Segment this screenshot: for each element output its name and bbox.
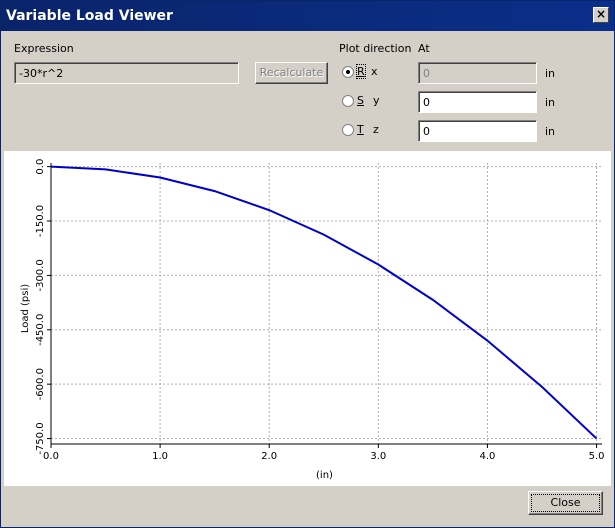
y-tick-label: 0.0 <box>35 159 46 175</box>
at-x-field[interactable] <box>418 62 537 84</box>
y-tick-label: -750.0 <box>35 422 46 454</box>
radio-s-letter: S <box>357 94 364 107</box>
at-y-field[interactable] <box>418 91 537 113</box>
expression-label: Expression <box>14 42 74 55</box>
expression-field[interactable] <box>14 62 239 84</box>
recalculate-button[interactable]: Recalculate <box>255 62 328 84</box>
radio-r[interactable] <box>342 66 354 78</box>
close-icon[interactable]: × <box>593 7 609 23</box>
y-tick-label: -300.0 <box>35 259 46 291</box>
radio-s[interactable] <box>342 95 354 107</box>
x-tick-label: 2.0 <box>261 451 277 462</box>
at-z-unit: in <box>545 125 556 138</box>
load-plot: 0.0 1.0 2.0 3.0 4.0 5.0 0.0 -150.0 -300.0 -450.0-… <box>4 151 611 486</box>
radio-t[interactable] <box>342 124 354 136</box>
plot-direction-label: Plot direction <box>339 42 412 55</box>
at-label: At <box>418 42 430 55</box>
x-axis-label: (in) <box>316 470 333 481</box>
close-button[interactable]: Close <box>528 491 603 515</box>
dialog-window: Variable Load Viewer × Expression Recalc… <box>0 0 615 528</box>
y-axis-label: Load (psi) <box>20 284 31 333</box>
radio-selected-dot <box>346 70 350 74</box>
x-tick-label: 5.0 <box>589 451 605 462</box>
y-tick-label: -150.0 <box>35 205 46 237</box>
y-tick-label: -600.0 <box>35 368 46 400</box>
radio-r-axis: x <box>371 65 378 78</box>
radio-t-letter: T <box>357 123 364 136</box>
load-chart: 0.0 1.0 2.0 3.0 4.0 5.00.0-150.0-300.0-450.0-… <box>20 159 605 481</box>
x-tick-label: 1.0 <box>152 451 168 462</box>
x-tick-label: 4.0 <box>479 451 495 462</box>
x-tick-label: 3.0 <box>370 451 386 462</box>
window-title: Variable Load Viewer <box>6 8 173 24</box>
load-curve <box>50 165 598 440</box>
title-bar[interactable]: Variable Load Viewer × <box>1 1 614 31</box>
radio-s-axis: y <box>373 94 380 107</box>
at-y-unit: in <box>545 96 556 109</box>
at-z-field[interactable] <box>418 120 537 142</box>
y-tick-label: -450.0 <box>35 314 46 346</box>
radio-r-letter: R <box>356 64 366 79</box>
radio-t-axis: z <box>373 123 379 136</box>
at-x-unit: in <box>545 67 556 80</box>
